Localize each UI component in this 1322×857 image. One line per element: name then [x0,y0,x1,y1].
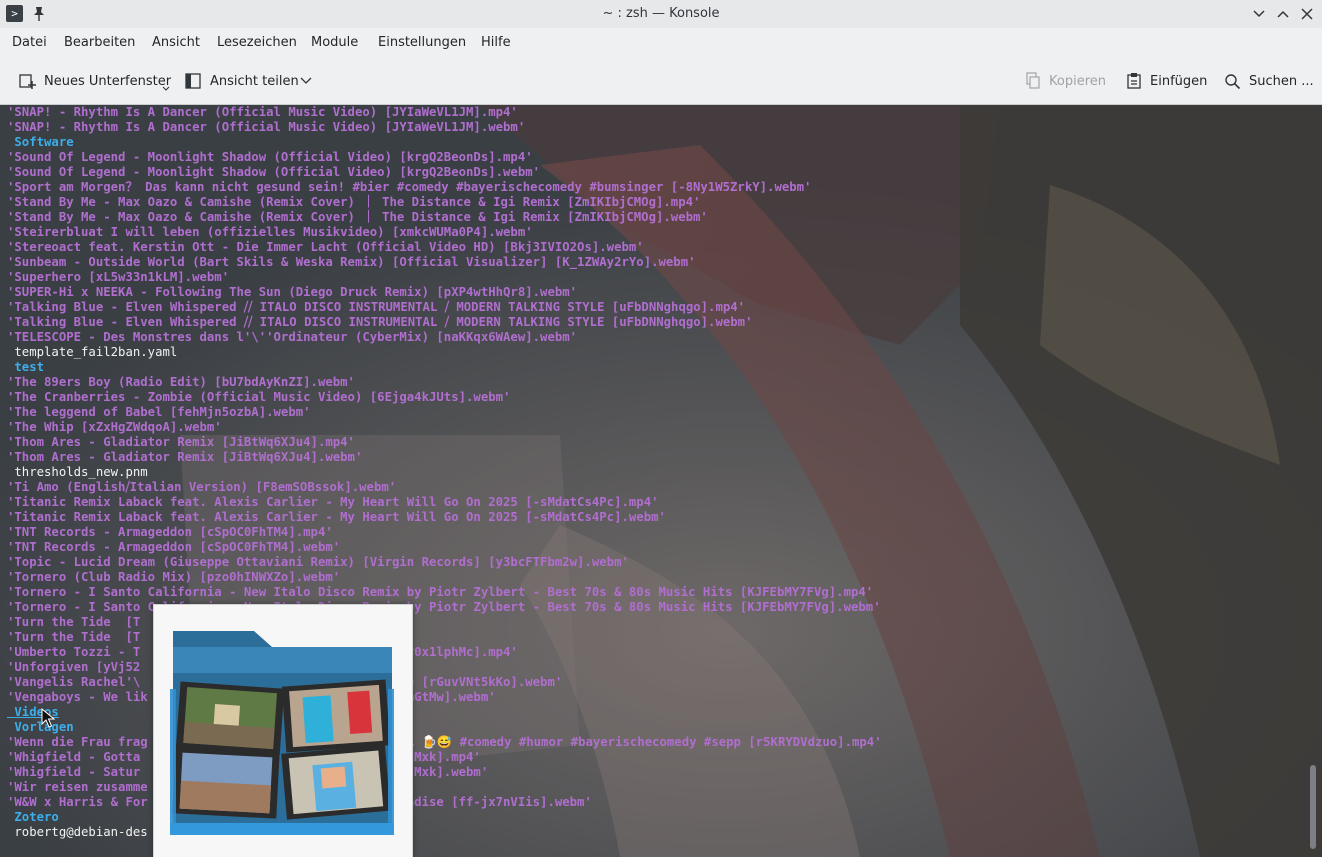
toolbar: Neues Unterfenster Ansicht teilen Kopier… [0,58,1322,105]
terminal-line: 'SUPER-Hi x NEEKA - Following The Sun (D… [7,285,578,299]
terminal-line: 'The Cranberries - Zombie (Official Musi… [7,390,511,404]
terminal-line: 'TNT Records - Armageddon [cSpOC0FhTM4].… [7,540,341,554]
terminal-line: 'Topic - Lucid Dream (Giuseppe Ottaviani… [7,555,629,569]
copy-label: Kopieren [1049,73,1106,89]
terminal-line: 'Tornero (Club Radio Mix) [pzo0hINWXZo].… [7,570,341,584]
terminal-line: 'The Whip [xZxHgZWdqoA].webm' [7,420,222,434]
terminal-line: 'Superhero [xL5w33n1kLM].webm' [7,270,230,284]
search-icon [1225,73,1241,89]
terminal-line: 'Titanic Remix Laback feat. Alexis Carli… [7,510,666,524]
copy-icon [1026,72,1040,89]
terminal-line: 'The 89ers Boy (Radio Edit) [bU7bdAyKnZI… [7,375,355,389]
terminal-scrollbar[interactable] [1310,765,1316,849]
konsole-window: > ~ : zsh — Konsole Datei Bearbeiten Ans… [0,0,1322,857]
terminal-line: 'SNAP! - Rhythm Is A Dancer (Official Mu… [7,120,526,134]
terminal-line: 'TELESCOPE - Des Monstres dans l'\''Ordi… [7,330,578,344]
chevron-up-icon[interactable] [1274,5,1292,23]
terminal-line: template_fail2ban.yaml [7,345,178,359]
terminal-line: 'Stand By Me - Max Oazo & Camishe (Remix… [7,195,701,209]
find-button[interactable]: Suchen ... [1224,70,1314,92]
terminal-line: 'Sunbeam - Outside World (Bart Skils & W… [7,255,696,269]
paste-label: Einfügen [1150,73,1208,89]
find-label: Suchen ... [1249,73,1314,89]
split-view-icon [185,73,201,89]
terminal-line: 'Sound Of Legend - Moonlight Shadow (Off… [7,165,541,179]
copy-button[interactable]: Kopieren [1025,70,1106,92]
terminal-line: 'Sound Of Legend - Moonlight Shadow (Off… [7,150,533,164]
terminal-line: 'Thom Ares - Gladiator Remix [JiBtWq6XJu… [7,450,363,464]
mouse-cursor-icon [41,708,55,728]
terminal-line: 'Stereoact feat. Kerstin Ott - Die Immer… [7,240,644,254]
terminal-line: 'Thom Ares - Gladiator Remix [JiBtWq6XJu… [7,435,355,449]
terminal-line[interactable]: test [7,360,1297,375]
terminal-line: 'Sport am Morgen？ Das kann nicht gesund … [7,180,812,194]
chevron-down-icon[interactable] [300,76,312,86]
close-icon[interactable] [1298,5,1316,23]
terminal-line: thresholds_new.pnm [7,465,148,479]
split-view-button[interactable]: Ansicht teilen [184,70,299,92]
menu-module[interactable]: Module [311,35,358,50]
menu-hilfe[interactable]: Hilfe [481,35,511,50]
window-title: ~ : zsh — Konsole [602,6,720,21]
terminal-line: 'Titanic Remix Laback feat. Alexis Carli… [7,495,659,509]
terminal-line: 'Stand By Me - Max Oazo & Camishe (Remix… [7,210,708,224]
chevron-down-icon[interactable] [1250,5,1268,23]
menu-lesezeichen[interactable]: Lesezeichen [217,35,297,50]
new-tab-label: Neues Unterfenster [44,73,172,89]
menu-einstellungen[interactable]: Einstellungen [378,35,466,50]
terminal-line: 'SNAP! - Rhythm Is A Dancer (Official Mu… [7,105,518,119]
menu-datei[interactable]: Datei [12,35,47,50]
folder-preview-tooltip [153,604,413,857]
terminal-line: 'Steirerbluat I will leben (offizielles … [7,225,533,239]
terminal-line: 'Talking Blue - Elven Whispered ⧸⧸ ITALO… [7,315,753,329]
new-tab-button[interactable]: Neues Unterfenster [18,70,171,92]
terminal-line: 'Talking Blue - Elven Whispered ⧸⧸ ITALO… [7,300,746,314]
title-bar[interactable]: > ~ : zsh — Konsole [0,0,1322,28]
menu-bearbeiten[interactable]: Bearbeiten [64,35,135,50]
paste-icon [1127,73,1141,89]
terminal-line: 'The leggend of Babel [fehMjn5ozbA].webm… [7,405,311,419]
video-folder-icon [170,631,394,835]
terminal-line: 'TNT Records - Armageddon [cSpOC0FhTM4].… [7,525,333,539]
menu-ansicht[interactable]: Ansicht [152,35,200,50]
paste-button[interactable]: Einfügen [1126,70,1207,92]
terminal-line: 'Ti Amo (English⧸Italian Version) [F8emS… [7,480,397,494]
terminal-line[interactable]: Software [7,135,1297,150]
new-tab-dropdown-icon[interactable] [162,86,170,92]
new-tab-icon [19,74,36,89]
menu-bar: Datei Bearbeiten Ansicht Lesezeichen Mod… [0,28,1322,58]
terminal-line: 'Tornero - I Santo California - New Ital… [7,585,874,599]
split-view-label: Ansicht teilen [210,73,299,89]
